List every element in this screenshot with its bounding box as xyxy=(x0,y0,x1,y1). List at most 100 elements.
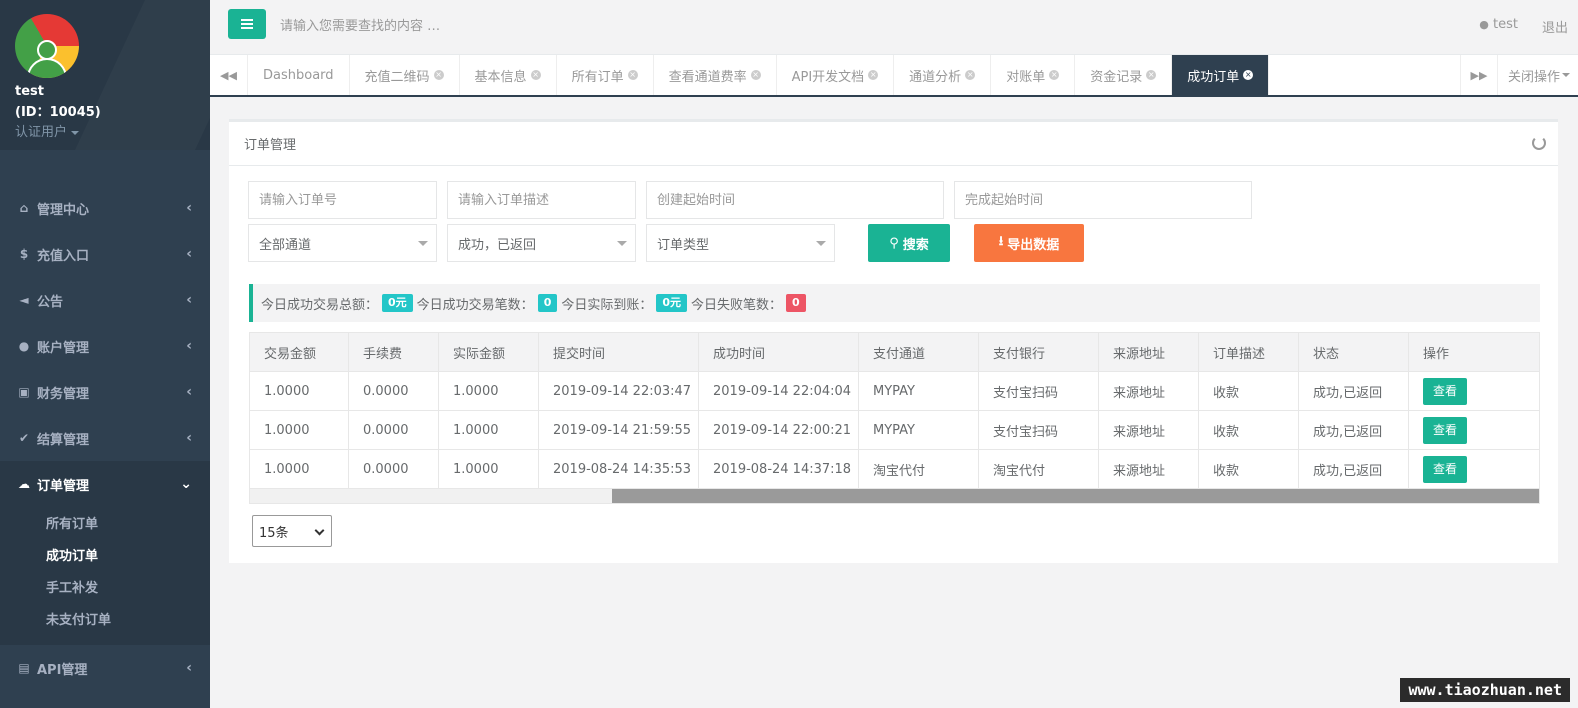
export-button[interactable]: ⭳ 导出数据 xyxy=(974,224,1084,262)
tab-fund-records[interactable]: 资金记录 × xyxy=(1075,55,1173,95)
tab-label: API开发文档 xyxy=(791,69,865,85)
column-header[interactable]: 成功时间 xyxy=(698,332,859,372)
logout-link[interactable]: 退出 xyxy=(1542,17,1568,36)
channel-select-value: 全部通道 xyxy=(259,237,312,253)
sidebar-item-settlement[interactable]: ✔ 结算管理 ‹ xyxy=(0,415,210,461)
sidebar-item-label: 充值入口 xyxy=(37,248,90,264)
dollar-icon: $ xyxy=(19,247,29,261)
tab-statement[interactable]: 对账单 × xyxy=(991,55,1076,95)
close-icon[interactable]: × xyxy=(750,70,761,80)
tab-all-orders[interactable]: 所有订单 × xyxy=(557,55,654,95)
tab-success-orders[interactable]: 成功订单 × xyxy=(1172,55,1270,95)
profile-block: test (ID：10045) 认证用户 xyxy=(0,0,210,150)
close-icon[interactable]: × xyxy=(1146,70,1157,80)
submenu-success-orders[interactable]: 成功订单 xyxy=(0,541,210,573)
column-header[interactable]: 状态 xyxy=(1298,332,1409,372)
tab-basic-info[interactable]: 基本信息 × xyxy=(460,55,557,95)
sidebar-item-label: 管理中心 xyxy=(37,202,90,218)
sidebar-item-api[interactable]: ▤ API管理 ‹ xyxy=(0,645,210,691)
sidebar-item-account[interactable]: ● 账户管理 ‹ xyxy=(0,323,210,369)
tab-dashboard[interactable]: Dashboard xyxy=(248,55,350,95)
close-icon[interactable]: × xyxy=(433,70,444,80)
sidebar-item-orders[interactable]: ☁ 订单管理 ⌄ xyxy=(0,461,210,507)
fee-cell: 0.0000 xyxy=(348,371,439,411)
close-icon[interactable]: × xyxy=(530,70,541,80)
status-cell: 成功,已返回 xyxy=(1298,410,1409,450)
chevron-left-icon: ‹ xyxy=(186,384,192,400)
source-address-cell[interactable]: 来源地址 xyxy=(1098,410,1199,450)
close-icon[interactable]: × xyxy=(868,70,879,80)
order-type-select[interactable]: 订单类型 xyxy=(646,224,835,262)
close-icon[interactable]: × xyxy=(1243,70,1254,80)
close-icon[interactable]: × xyxy=(965,70,976,80)
view-button[interactable]: 查看 xyxy=(1423,455,1467,483)
horizontal-scrollbar[interactable] xyxy=(249,488,1540,504)
column-header[interactable]: 订单描述 xyxy=(1198,332,1299,372)
success-time-cell: 2019-08-24 14:37:18 xyxy=(698,449,859,489)
finish-start-time-input[interactable] xyxy=(954,181,1252,219)
trade-amount-cell: 1.0000 xyxy=(249,449,349,489)
scrollbar-thumb[interactable] xyxy=(612,489,1539,503)
tab-channel-analysis[interactable]: 通道分析 × xyxy=(894,55,992,95)
submenu-all-orders[interactable]: 所有订单 xyxy=(0,509,210,541)
column-header[interactable]: 支付银行 xyxy=(978,332,1099,372)
submenu-unpaid-orders[interactable]: 未支付订单 xyxy=(0,605,210,637)
column-header[interactable]: 来源地址 xyxy=(1098,332,1199,372)
tab-api-docs[interactable]: API开发文档 × xyxy=(777,55,895,95)
tab-channel-rates[interactable]: 查看通道费率 × xyxy=(654,55,777,95)
search-button[interactable]: ⚲ 搜索 xyxy=(868,224,950,262)
submenu-manual-resend[interactable]: 手工补发 xyxy=(0,573,210,605)
chevron-left-icon: ‹ xyxy=(186,246,192,262)
table-row: 1.0000 0.0000 1.0000 2019-09-14 22:03:47… xyxy=(249,371,1540,411)
view-button[interactable]: 查看 xyxy=(1423,377,1467,405)
order-number-input[interactable] xyxy=(248,181,437,219)
order-desc-cell: 收款 xyxy=(1198,410,1299,450)
column-header[interactable]: 实际金额 xyxy=(438,332,539,372)
backward-icon: ◀◀ xyxy=(220,68,237,82)
source-address-cell[interactable]: 来源地址 xyxy=(1098,449,1199,489)
actual-amount-cell: 1.0000 xyxy=(438,449,539,489)
tab-label: 通道分析 xyxy=(909,69,962,85)
tab-qrcode[interactable]: 充值二维码 × xyxy=(350,55,460,95)
user-link[interactable]: ● test xyxy=(1479,17,1518,36)
success-time-cell: 2019-09-14 22:04:04 xyxy=(698,371,859,411)
menu-toggle-button[interactable] xyxy=(228,9,266,39)
sidebar-item-label: 账户管理 xyxy=(37,340,90,356)
top-bar: ● test 退出 xyxy=(210,0,1578,55)
tabs-scroll-left-button[interactable]: ◀◀ xyxy=(210,55,248,95)
column-header[interactable]: 支付通道 xyxy=(858,332,979,372)
today-summary: 今日成功交易总额： 0元 今日成功交易笔数： 0 今日实际到账： 0元 今日失败… xyxy=(249,284,1540,322)
pay-channel-cell: MYPAY xyxy=(858,410,979,450)
close-operations-dropdown[interactable]: 关闭操作 xyxy=(1498,55,1578,95)
actions-cell: 查看 xyxy=(1408,410,1540,450)
create-start-time-input[interactable] xyxy=(646,181,944,219)
source-address-cell[interactable]: 来源地址 xyxy=(1098,371,1199,411)
sidebar-item-recharge[interactable]: $ 充值入口 ‹ xyxy=(0,231,210,277)
page-size-select[interactable]: 15条 xyxy=(252,515,332,547)
search-input[interactable] xyxy=(280,12,680,40)
status-select-value: 成功，已返回 xyxy=(458,237,537,253)
avatar[interactable] xyxy=(15,14,79,78)
status-cell: 成功,已返回 xyxy=(1298,449,1409,489)
order-description-input[interactable] xyxy=(447,181,636,219)
column-header[interactable]: 提交时间 xyxy=(538,332,699,372)
orders-table: 交易金额 手续费 实际金额 提交时间 成功时间 支付通道 支付银行 来源地址 订… xyxy=(249,332,1540,489)
view-button[interactable]: 查看 xyxy=(1423,416,1467,444)
close-icon[interactable]: × xyxy=(1049,70,1060,80)
page-size-value: 15条 xyxy=(259,525,289,541)
tabs-scroll-right-button[interactable]: ▶▶ xyxy=(1460,55,1498,95)
sidebar-item-announcement[interactable]: ◄ 公告 ‹ xyxy=(0,277,210,323)
tab-label: 所有订单 xyxy=(571,69,624,85)
sidebar-item-admin-center[interactable]: ⌂ 管理中心 ‹ xyxy=(0,185,210,231)
export-button-label: 导出数据 xyxy=(1007,237,1060,253)
chevron-down-icon: ⌄ xyxy=(180,476,192,492)
sidebar-item-finance[interactable]: ▣ 财务管理 ‹ xyxy=(0,369,210,415)
column-header[interactable]: 手续费 xyxy=(348,332,439,372)
refresh-icon[interactable] xyxy=(1532,136,1546,150)
column-header[interactable]: 交易金额 xyxy=(249,332,349,372)
close-icon[interactable]: × xyxy=(627,70,638,80)
status-select[interactable]: 成功，已返回 xyxy=(447,224,636,262)
page-tabs: ◀◀ Dashboard 充值二维码 × 基本信息 × 所有订单 × 查看通道费率 × … xyxy=(210,55,1578,97)
channel-select[interactable]: 全部通道 xyxy=(248,224,437,262)
order-desc-cell: 收款 xyxy=(1198,449,1299,489)
